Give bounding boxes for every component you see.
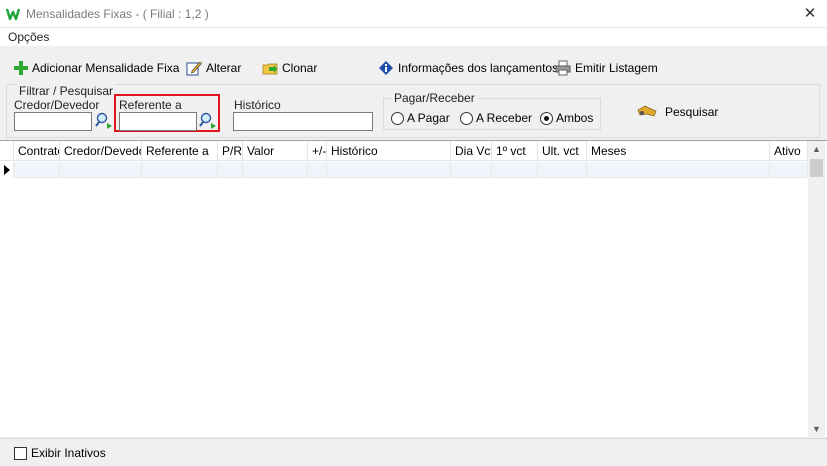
- col-primeiro-vct[interactable]: 1º vct: [492, 141, 538, 161]
- col-ativo[interactable]: Ativo: [770, 141, 808, 161]
- filter-group-title: Filtrar / Pesquisar: [17, 84, 116, 98]
- historico-input[interactable]: [233, 112, 373, 131]
- plus-icon: [14, 61, 28, 75]
- cell-ativo[interactable]: [770, 162, 808, 178]
- radio-a-receber-label: A Receber: [476, 111, 533, 125]
- window-title: Mensalidades Fixas - ( Filial : 1,2 ): [26, 7, 209, 21]
- col-historico[interactable]: Histórico: [327, 141, 451, 161]
- referente-label: Referente a: [119, 98, 182, 112]
- radio-ambos[interactable]: Ambos: [540, 111, 593, 125]
- credor-search-icon[interactable]: [95, 112, 113, 130]
- scroll-down-icon[interactable]: ▼: [808, 421, 825, 437]
- col-pr[interactable]: P/R: [218, 141, 243, 161]
- show-inactive-box: [14, 446, 27, 460]
- clone-folder-icon: [262, 63, 278, 75]
- col-credor-devedor[interactable]: Credor/Devedor: [60, 141, 142, 161]
- cell-valor[interactable]: [243, 162, 308, 178]
- col-dia-vct[interactable]: Dia Vct: [451, 141, 492, 161]
- clone-button-label: Clonar: [282, 61, 318, 75]
- cell-ult-vct[interactable]: [538, 162, 587, 178]
- add-button-label: Adicionar Mensalidade Fixa: [32, 61, 180, 75]
- app-logo-icon: [6, 8, 20, 21]
- toolbar: Adicionar Mensalidade Fixa Alterar Clona…: [0, 52, 827, 82]
- grid-header: Contrato Credor/Devedor Referente a P/R …: [0, 141, 808, 161]
- cell-credor[interactable]: [60, 162, 142, 178]
- pagar-receber-label: Pagar/Receber: [392, 91, 477, 105]
- radio-a-receber[interactable]: A Receber: [460, 111, 532, 125]
- col-meses[interactable]: Meses: [587, 141, 770, 161]
- pencil-edit-icon: [186, 61, 202, 76]
- title-bar: Mensalidades Fixas - ( Filial : 1,2 ) ✕: [0, 0, 827, 28]
- radio-a-pagar[interactable]: A Pagar: [391, 111, 450, 125]
- col-sinal[interactable]: +/-: [308, 141, 327, 161]
- menu-bar: Opções: [0, 28, 827, 46]
- print-button-label: Emitir Listagem: [575, 61, 658, 75]
- info-button[interactable]: Informações dos lançamentos: [378, 58, 558, 78]
- edit-button[interactable]: Alterar: [186, 58, 241, 78]
- historico-label: Histórico: [234, 98, 281, 112]
- pagar-receber-group: Pagar/Receber A Pagar A Receber Ambos: [383, 91, 601, 130]
- radio-ambos-circle: [540, 111, 553, 125]
- printer-icon: [555, 60, 571, 76]
- show-inactive-checkbox[interactable]: Exibir Inativos: [14, 446, 106, 460]
- col-contrato[interactable]: Contrato: [14, 141, 60, 161]
- footer: Exibir Inativos: [0, 438, 827, 466]
- binoculars-icon: [637, 105, 657, 117]
- cell-contrato[interactable]: [14, 162, 60, 178]
- row-pointer-icon: [4, 165, 10, 175]
- referente-input[interactable]: [119, 112, 197, 131]
- cell-pr[interactable]: [218, 162, 243, 178]
- credor-input[interactable]: [14, 112, 92, 131]
- info-icon: [379, 61, 393, 75]
- search-button-label: Pesquisar: [665, 105, 719, 119]
- scroll-up-icon[interactable]: ▲: [808, 141, 825, 157]
- info-button-label: Informações dos lançamentos: [398, 61, 559, 75]
- radio-a-receber-circle: [460, 111, 473, 125]
- cell-meses[interactable]: [587, 162, 770, 178]
- row-indicator: [0, 162, 14, 178]
- radio-a-pagar-label: A Pagar: [407, 111, 450, 125]
- edit-button-label: Alterar: [206, 61, 242, 75]
- vertical-scrollbar[interactable]: ▲ ▼: [808, 141, 825, 437]
- credor-label: Credor/Devedor: [14, 98, 100, 112]
- cell-primeiro-vct[interactable]: [492, 162, 538, 178]
- data-grid[interactable]: Contrato Credor/Devedor Referente a P/R …: [0, 140, 827, 437]
- cell-dia-vct[interactable]: [451, 162, 492, 178]
- menu-opcoes[interactable]: Opções: [8, 30, 49, 44]
- col-valor[interactable]: Valor: [243, 141, 308, 161]
- col-referente-a[interactable]: Referente a: [142, 141, 218, 161]
- scroll-thumb[interactable]: [810, 159, 823, 177]
- close-button[interactable]: ✕: [799, 3, 821, 25]
- col-ult-vct[interactable]: Ult. vct: [538, 141, 587, 161]
- cell-historico[interactable]: [327, 162, 451, 178]
- cell-sinal[interactable]: [308, 162, 327, 178]
- radio-ambos-label: Ambos: [556, 111, 594, 125]
- header-row-indicator: [0, 141, 14, 161]
- search-button[interactable]: Pesquisar: [637, 105, 718, 119]
- show-inactive-label: Exibir Inativos: [31, 446, 106, 460]
- table-row[interactable]: [0, 162, 808, 178]
- cell-referente[interactable]: [142, 162, 218, 178]
- radio-a-pagar-circle: [391, 111, 404, 125]
- clone-button[interactable]: Clonar: [262, 58, 317, 78]
- add-button[interactable]: Adicionar Mensalidade Fixa: [14, 58, 179, 78]
- referente-search-icon[interactable]: [199, 112, 217, 130]
- print-listing-button[interactable]: Emitir Listagem: [555, 58, 658, 78]
